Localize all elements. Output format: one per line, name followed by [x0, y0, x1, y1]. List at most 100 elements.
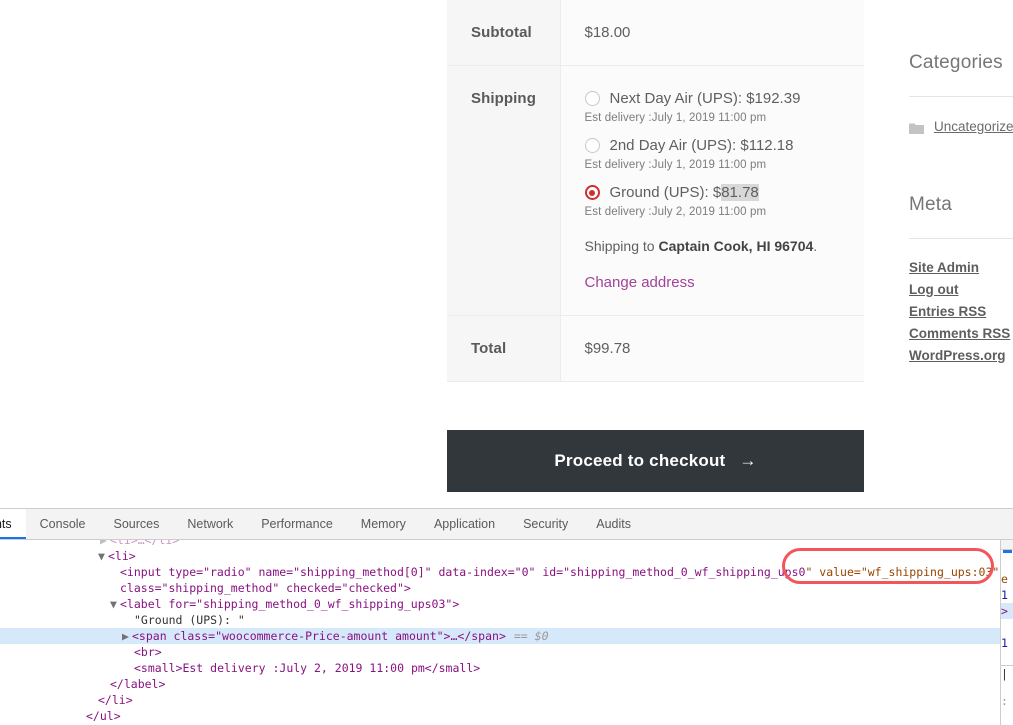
tab-memory[interactable]: Memory [347, 509, 420, 539]
table-row-shipping: Shipping Next Day Air (UPS): $192.39 Est… [447, 65, 864, 316]
site-admin-link[interactable]: Site Admin [909, 260, 979, 275]
comments-rss-link[interactable]: Comments RSS [909, 326, 1010, 341]
tab-security[interactable]: Security [509, 509, 582, 539]
shipping-est-delivery: Est delivery :July 1, 2019 11:00 pm [584, 112, 767, 124]
styles-pane-edge[interactable]: e 1 > 1 | : [1000, 540, 1013, 725]
categories-title: Categories [909, 52, 1003, 73]
dom-line-li-open[interactable]: ▼ <li> [0, 548, 1000, 564]
subtotal-label: Subtotal [447, 0, 561, 66]
dom-line-input-attrs-2[interactable]: class="shipping_method" checked="checked… [0, 580, 1000, 596]
list-item[interactable]: WordPress.org [909, 347, 1013, 365]
shipping-option-ground[interactable]: Ground (UPS): $81.78 [584, 184, 845, 201]
dom-line-text: <span class="woocommerce-Price-amount am… [132, 629, 506, 643]
devtools-panel: ents Console Sources Network Performance… [0, 508, 1013, 725]
devtools-body: ▶ <li>…</li> ▼ <li> <input type="radio" na… [0, 540, 1013, 725]
dom-line-li-close[interactable]: </li> [0, 692, 1000, 708]
shipping-destination: Shipping to Captain Cook, HI 96704. [585, 238, 845, 254]
dom-line-text: <input type="radio" name="shipping_metho… [120, 565, 806, 579]
dom-line-text: class="shipping_method" checked="checked… [120, 581, 411, 595]
dom-line-label-open[interactable]: ▼ <label for="shipping_method_0_wf_shippi… [0, 596, 1000, 612]
shipping-option-label-prefix: Ground (UPS): $ [609, 184, 722, 201]
sidebar-item-uncategorized[interactable]: Uncategorize [909, 119, 1013, 134]
dom-line-text-tail: " value="wf_shipping_ups:03" [805, 565, 1000, 579]
proceed-to-checkout-button[interactable]: Proceed to checkout → [447, 430, 864, 492]
list-item[interactable]: Comments RSS [909, 325, 1013, 343]
shipping-cell: Next Day Air (UPS): $192.39 Est delivery… [560, 65, 864, 316]
dom-line-text: <li>…</li> [110, 540, 180, 547]
tab-console[interactable]: Console [26, 509, 100, 539]
screen: Subtotal $18.00 Shipping Next Day Air (U… [0, 0, 1013, 725]
cart-totals-table: Subtotal $18.00 Shipping Next Day Air (U… [447, 0, 864, 382]
meta-title: Meta [909, 194, 953, 215]
dom-line-badge: == $0 [513, 629, 549, 643]
dom-line-label-close[interactable]: </label> [0, 676, 1000, 692]
shipping-option-label: Next Day Air (UPS): $192.39 [609, 90, 801, 107]
tab-network[interactable]: Network [173, 509, 247, 539]
styles-pane-line: 1 [1001, 588, 1008, 602]
styles-pane-line: 1 [1001, 636, 1008, 650]
shipping-destination-prefix: Shipping to [584, 238, 659, 254]
tab-sources[interactable]: Sources [100, 509, 174, 539]
dom-line-text: </label> [110, 677, 166, 691]
webpage-viewport: Subtotal $18.00 Shipping Next Day Air (U… [0, 0, 1013, 508]
meta-link-list: Site Admin Log out Entries RSS Comments … [909, 259, 1013, 365]
dom-line-small-est[interactable]: <small>Est delivery :July 2, 2019 11:00 … [0, 660, 1000, 676]
dom-line-input-attrs-1[interactable]: <input type="radio" name="shipping_metho… [0, 564, 1000, 580]
styles-pane-line: | [1001, 665, 1013, 681]
shipping-option-label: Ground (UPS): $81.78 [610, 184, 759, 201]
proceed-to-checkout-label: Proceed to checkout [554, 451, 726, 470]
log-out-link[interactable]: Log out [909, 282, 958, 297]
table-row-subtotal: Subtotal $18.00 [447, 0, 864, 66]
shipping-est-delivery: Est delivery :July 1, 2019 11:00 pm [584, 159, 767, 171]
devtools-tabbar: ents Console Sources Network Performance… [0, 509, 1013, 540]
disclosure-triangle-icon[interactable]: ▶ [122, 628, 132, 644]
category-link[interactable]: Uncategorize [934, 119, 1013, 134]
radio-icon[interactable] [584, 91, 600, 106]
subtotal-value: $18.00 [560, 0, 864, 66]
tab-performance[interactable]: Performance [247, 509, 347, 539]
dom-line-text: <label for="shipping_method_0_wf_shippin… [120, 597, 460, 611]
entries-rss-link[interactable]: Entries RSS [909, 304, 986, 319]
categories-widget: Categories Uncategorize [909, 52, 1013, 134]
shipping-method-list: Next Day Air (UPS): $192.39 Est delivery… [584, 90, 845, 218]
dom-line-text: <br> [134, 645, 162, 659]
shipping-option-2nd-day-air[interactable]: 2nd Day Air (UPS): $112.18 [584, 137, 845, 154]
styles-pane-line: : [1001, 694, 1008, 708]
arrow-right-icon: → [739, 451, 757, 470]
list-item[interactable]: 2nd Day Air (UPS): $112.18 Est delivery … [584, 137, 845, 171]
tab-elements[interactable]: ents [0, 509, 26, 539]
dom-line-text: </li> [98, 693, 133, 707]
dom-line-text: <li> [108, 549, 136, 563]
shipping-destination-address: Captain Cook, HI 96704 [658, 238, 814, 254]
dom-line-partial-top[interactable]: ▶ <li>…</li> [0, 540, 1000, 548]
wordpress-org-link[interactable]: WordPress.org [909, 348, 1006, 363]
shipping-option-next-day-air[interactable]: Next Day Air (UPS): $192.39 [584, 90, 845, 107]
dom-tree[interactable]: ▶ <li>…</li> ▼ <li> <input type="radio" na… [0, 540, 1000, 725]
dom-line-text-ground[interactable]: "Ground (UPS): " [0, 612, 1000, 628]
folder-icon [909, 121, 924, 134]
change-address-link[interactable]: Change address [585, 274, 695, 291]
list-item[interactable]: Ground (UPS): $81.78 Est delivery :July … [584, 184, 845, 218]
divider [909, 238, 1013, 239]
list-item[interactable]: Entries RSS [909, 303, 1013, 321]
styles-pane-tabbar [1001, 540, 1013, 550]
dom-line-ul-close[interactable]: </ul> [0, 708, 1000, 724]
disclosure-triangle-icon[interactable]: ▼ [110, 596, 120, 612]
list-item[interactable]: Log out [909, 281, 1013, 299]
disclosure-triangle-icon[interactable]: ▼ [98, 548, 108, 564]
total-value: $99.78 [560, 315, 864, 382]
tab-application[interactable]: Application [420, 509, 509, 539]
subtotal-amount: $18.00 [584, 24, 631, 41]
table-row-total: Total $99.78 [447, 315, 864, 382]
shipping-est-delivery: Est delivery :July 2, 2019 11:00 pm [584, 206, 767, 218]
tab-audits[interactable]: Audits [582, 509, 645, 539]
dom-line-br[interactable]: <br> [0, 644, 1000, 660]
total-amount: $99.78 [584, 340, 631, 357]
radio-icon[interactable] [584, 138, 600, 153]
dom-line-text: </ul> [86, 709, 121, 723]
dom-line-span-price[interactable]: ▶ <span class="woocommerce-Price-amount a… [0, 628, 1000, 644]
radio-icon-checked[interactable] [584, 185, 600, 200]
list-item[interactable]: Next Day Air (UPS): $192.39 Est delivery… [584, 90, 845, 124]
list-item[interactable]: Site Admin [909, 259, 1013, 277]
disclosure-triangle-icon[interactable]: ▶ [100, 540, 110, 548]
